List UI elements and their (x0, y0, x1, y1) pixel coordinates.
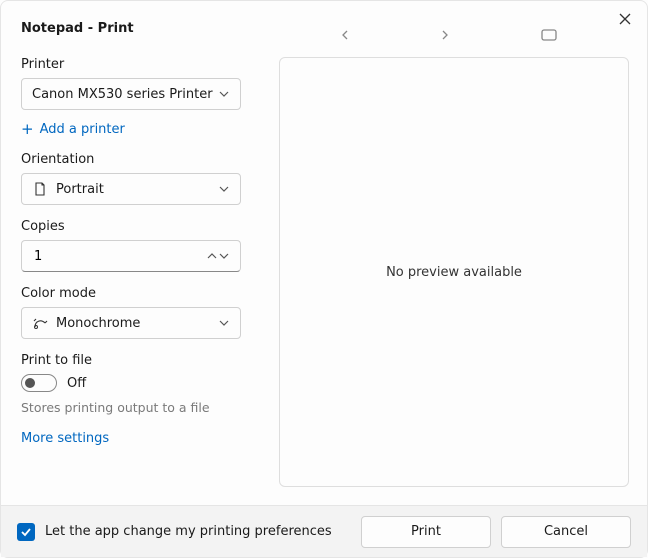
chevron-down-icon (218, 88, 230, 100)
preview-message: No preview available (386, 265, 522, 280)
print-button[interactable]: Print (361, 516, 491, 548)
footer: Let the app change my printing preferenc… (1, 505, 647, 557)
more-settings-link[interactable]: More settings (21, 431, 109, 446)
color-mode-value: Monochrome (56, 316, 218, 331)
preview-nav (341, 29, 561, 41)
orientation-value: Portrait (56, 182, 218, 197)
monochrome-icon (32, 315, 48, 331)
copies-input[interactable] (32, 248, 206, 265)
prev-page-icon[interactable] (341, 30, 361, 40)
print-to-file-state: Off (67, 376, 86, 391)
color-mode-label: Color mode (21, 286, 241, 301)
preferences-checkbox[interactable] (17, 523, 35, 541)
printer-value: Canon MX530 series Printer (32, 87, 218, 102)
copies-label: Copies (21, 219, 241, 234)
dialog-title: Notepad - Print (21, 21, 134, 36)
print-to-file-label: Print to file (21, 353, 241, 368)
portrait-icon (32, 181, 48, 197)
print-to-file-toggle[interactable] (21, 374, 57, 392)
next-page-icon[interactable] (441, 30, 461, 40)
cancel-button[interactable]: Cancel (501, 516, 631, 548)
chevron-down-icon[interactable] (218, 241, 230, 271)
copies-stepper[interactable] (21, 240, 241, 272)
preview-pane: No preview available (279, 57, 629, 487)
printer-select[interactable]: Canon MX530 series Printer (21, 78, 241, 110)
color-mode-select[interactable]: Monochrome (21, 307, 241, 339)
orientation-select[interactable]: Portrait (21, 173, 241, 205)
print-to-file-hint: Stores printing output to a file (21, 400, 241, 415)
add-printer-link[interactable]: Add a printer (21, 120, 125, 138)
preferences-label: Let the app change my printing preferenc… (45, 524, 351, 539)
fit-page-icon[interactable] (541, 29, 561, 41)
chevron-down-icon (218, 183, 230, 195)
orientation-label: Orientation (21, 152, 241, 167)
printer-label: Printer (21, 57, 241, 72)
chevron-down-icon (218, 317, 230, 329)
chevron-up-icon[interactable] (206, 241, 218, 271)
close-icon[interactable] (617, 11, 633, 27)
